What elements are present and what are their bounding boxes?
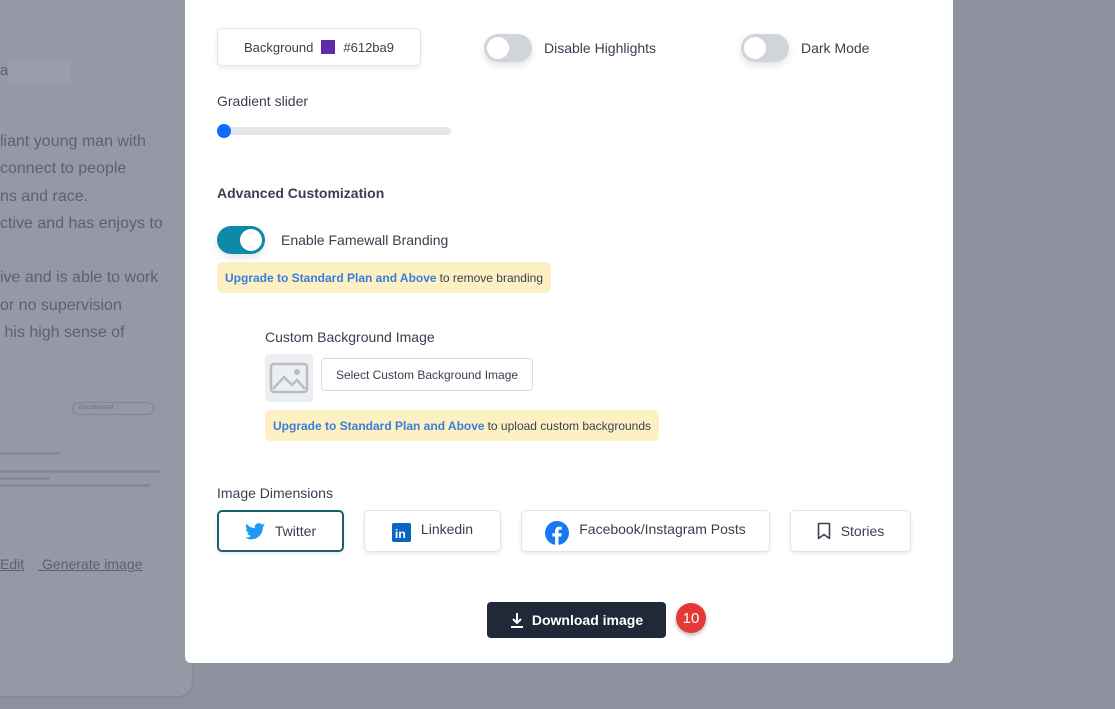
image-placeholder-icon <box>265 354 313 402</box>
dark-mode-toggle[interactable]: Dark Mode <box>741 34 869 62</box>
edit-link[interactable]: Edit <box>0 556 24 572</box>
branding-toggle[interactable]: Enable Famewall Branding <box>217 226 448 254</box>
bookmark-icon <box>817 522 831 540</box>
preview-text-line <box>0 470 160 473</box>
dimension-twitter-button[interactable]: Twitter <box>217 510 344 552</box>
download-image-button[interactable]: Download image <box>487 602 666 638</box>
dimension-linkedin-button[interactable]: in Linkedin <box>364 510 501 552</box>
toggle-switch[interactable] <box>741 34 789 62</box>
image-dimensions-title: Image Dimensions <box>217 485 333 501</box>
linkedin-icon: in <box>391 523 411 542</box>
select-custom-background-button[interactable]: Select Custom Background Image <box>321 358 533 391</box>
background-color-button[interactable]: Background #612ba9 <box>217 28 421 66</box>
gradient-slider[interactable] <box>217 124 451 138</box>
upgrade-link[interactable]: Upgrade to Standard Plan and Above <box>273 419 485 433</box>
dimension-stories-button[interactable]: Stories <box>790 510 911 552</box>
slider-thumb[interactable] <box>217 124 231 138</box>
facebook-icon <box>545 521 570 545</box>
toggle-switch[interactable] <box>484 34 532 62</box>
download-icon <box>510 613 523 628</box>
gradient-slider-label: Gradient slider <box>217 93 309 109</box>
generate-image-link[interactable]: Generate image <box>42 556 142 572</box>
step-badge: 10 <box>676 603 706 633</box>
recommend-pill: Recommend <box>72 402 154 415</box>
testimonial-text: liant young man with connect to people n… <box>0 133 163 342</box>
custom-background-upgrade-notice: Upgrade to Standard Plan and Above to up… <box>265 410 660 441</box>
advanced-customization-title: Advanced Customization <box>217 185 385 201</box>
branding-upgrade-notice: Upgrade to Standard Plan and Above to re… <box>217 262 551 293</box>
upgrade-link[interactable]: Upgrade to Standard Plan and Above <box>225 271 437 285</box>
toggle-switch[interactable] <box>217 226 265 254</box>
blurred-name <box>8 60 70 84</box>
dimension-facebook-instagram-button[interactable]: Facebook/Instagram Posts <box>521 510 770 552</box>
svg-text:in: in <box>395 527 406 541</box>
color-swatch <box>321 40 336 54</box>
preview-text-line <box>0 452 60 455</box>
preview-text-line <box>0 484 150 487</box>
background-testimonial-card: a liant young man with connect to people… <box>0 0 192 696</box>
preview-text-line <box>0 477 50 480</box>
disable-highlights-toggle[interactable]: Disable Highlights <box>484 34 656 62</box>
image-customization-modal: Background #612ba9 Disable Highlights Da… <box>185 0 953 663</box>
twitter-icon <box>244 522 265 539</box>
custom-background-label: Custom Background Image <box>265 329 435 345</box>
